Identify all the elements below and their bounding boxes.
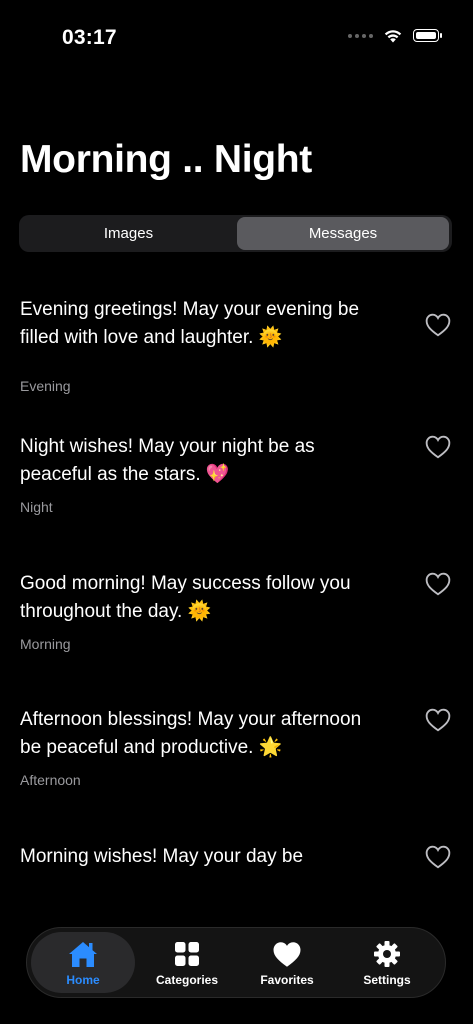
- message-category: Morning: [20, 636, 71, 652]
- tab-home[interactable]: Home: [31, 932, 135, 993]
- status-time: 03:17: [62, 26, 117, 49]
- favorite-heart-icon[interactable]: [425, 845, 451, 869]
- message-text: Evening greetings! May your evening be f…: [20, 299, 360, 348]
- message-text: Night wishes! May your night be as peace…: [20, 436, 315, 485]
- message-category: Evening: [20, 378, 71, 394]
- wifi-icon: [384, 30, 402, 43]
- cellular-signal-icon: [348, 33, 373, 38]
- tab-categories[interactable]: Categories: [135, 932, 239, 993]
- heart-icon: [273, 941, 301, 967]
- tab-settings[interactable]: Settings: [335, 932, 439, 993]
- tab-label-categories: Categories: [155, 973, 219, 987]
- message-text: Morning wishes! May your day be: [20, 846, 304, 867]
- tab-bar: Home Categories Favorites Settings: [26, 927, 446, 998]
- house-icon: [69, 942, 97, 967]
- favorite-heart-icon[interactable]: [425, 572, 451, 596]
- favorite-heart-icon[interactable]: [425, 708, 451, 732]
- tab-label-favorites: Favorites: [260, 973, 314, 987]
- segment-messages[interactable]: Messages: [237, 217, 449, 250]
- gear-icon: [374, 941, 400, 967]
- status-bar: 03:17: [0, 0, 473, 70]
- message-category: Night: [20, 499, 53, 515]
- segment-images[interactable]: Images: [21, 217, 236, 250]
- battery-icon: [413, 29, 442, 42]
- favorite-heart-icon[interactable]: [425, 313, 451, 337]
- message-text: Good morning! May success follow you thr…: [20, 573, 351, 622]
- messages-list: Evening greetings! May your evening be f…: [0, 280, 473, 920]
- segmented-control: Images Messages: [19, 215, 452, 252]
- tab-label-home: Home: [66, 973, 100, 987]
- page-title: Morning .. Night: [20, 138, 312, 181]
- tab-favorites[interactable]: Favorites: [235, 932, 339, 993]
- grid-icon: [175, 942, 199, 966]
- message-text: Afternoon blessings! May your afternoon …: [20, 709, 362, 758]
- message-category: Afternoon: [20, 772, 81, 788]
- favorite-heart-icon[interactable]: [425, 435, 451, 459]
- tab-label-settings: Settings: [363, 973, 411, 987]
- status-icons: [348, 28, 442, 43]
